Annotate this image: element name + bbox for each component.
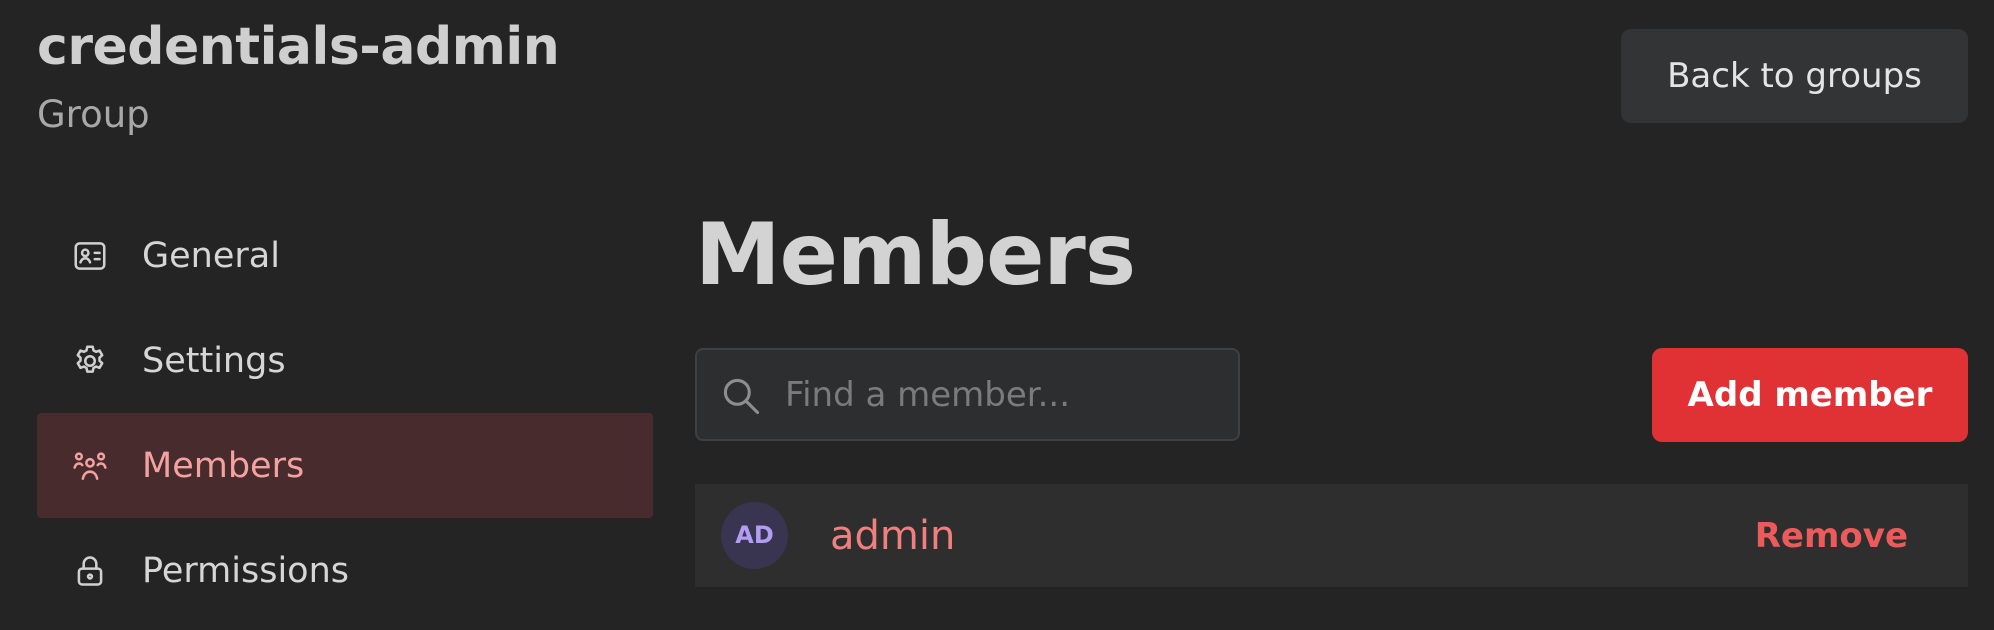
avatar: AD	[721, 502, 788, 569]
sidebar-item-label: Settings	[142, 340, 286, 381]
sidebar-item-settings[interactable]: Settings	[37, 308, 653, 413]
group-type-label: Group	[37, 93, 150, 136]
member-row: AD admin Remove	[695, 484, 1968, 587]
users-icon	[71, 447, 109, 485]
sidebar-item-general[interactable]: General	[37, 203, 653, 308]
search-icon	[719, 374, 763, 418]
lock-icon	[71, 552, 109, 590]
sidebar-item-members[interactable]: Members	[37, 413, 653, 518]
add-member-button[interactable]: Add member	[1652, 348, 1968, 442]
sidebar-item-label: General	[142, 235, 280, 276]
sidebar-item-permissions[interactable]: Permissions	[37, 518, 653, 623]
member-search	[695, 348, 1240, 441]
remove-member-button[interactable]: Remove	[1755, 516, 1908, 556]
sidebar-item-label: Permissions	[142, 550, 350, 591]
members-heading: Members	[695, 205, 1136, 305]
group-sidebar: General Settings Members Permissions	[37, 203, 653, 623]
member-name-link[interactable]: admin	[830, 513, 955, 559]
back-to-groups-button[interactable]: Back to groups	[1621, 29, 1968, 123]
gear-icon	[71, 342, 109, 380]
group-title: credentials-admin	[37, 17, 560, 77]
group-members-page: credentials-admin Group Back to groups G…	[0, 0, 1994, 630]
sidebar-item-label: Members	[142, 445, 305, 486]
id-card-icon	[71, 237, 109, 275]
member-search-input[interactable]	[785, 350, 1225, 439]
